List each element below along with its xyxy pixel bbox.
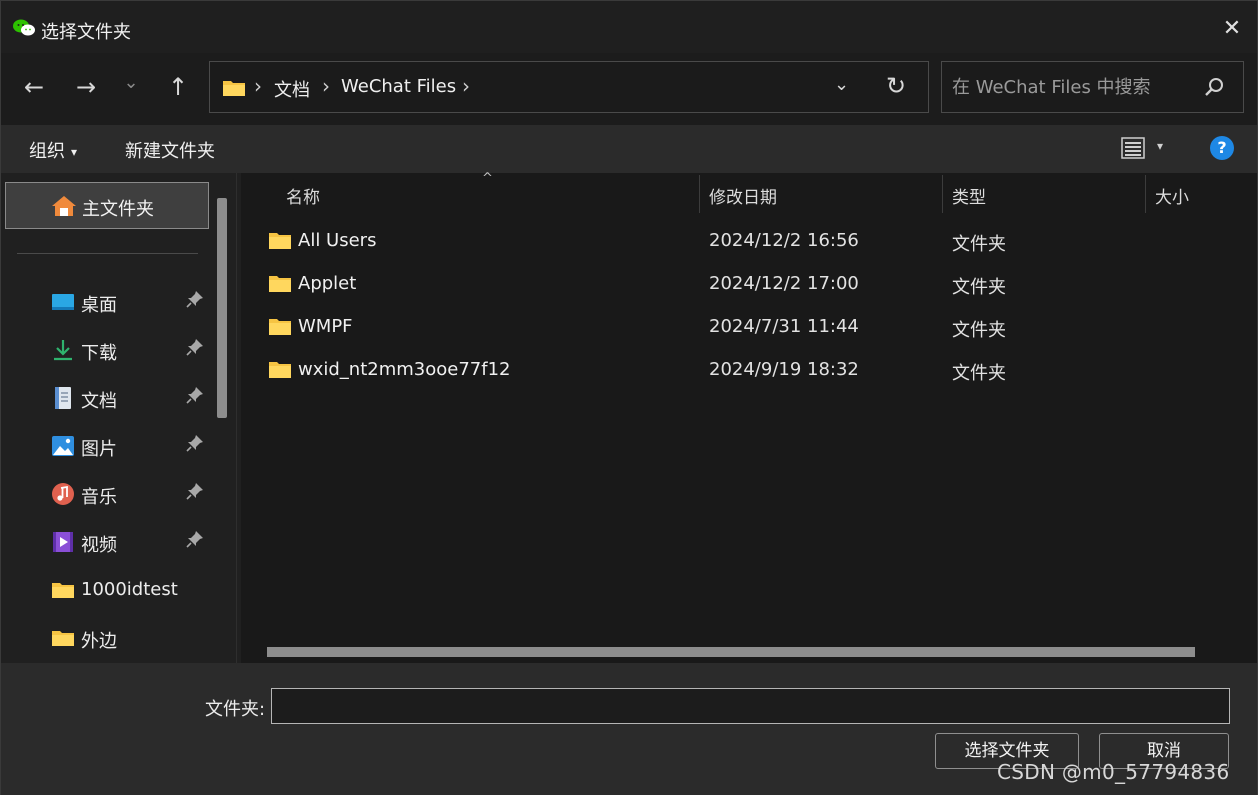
refresh-button[interactable]: ↻	[886, 72, 906, 100]
recent-locations-button[interactable]: ⌄	[116, 69, 146, 99]
new-folder-button[interactable]: 新建文件夹	[125, 137, 215, 163]
music-icon	[52, 483, 74, 505]
sidebar-item-label: 视频	[81, 535, 117, 556]
sidebar-item-pictures[interactable]: 图片	[1, 426, 211, 466]
folder-icon	[52, 583, 74, 598]
folder-picker-dialog: 选择文件夹 ✕ ← → ⌄ ↑ › 文档 › WeChat Files › ⌄ …	[0, 0, 1258, 795]
sidebar-item-downloads[interactable]: 下载	[1, 330, 211, 370]
file-name: wxid_nt2mm3ooe77f12	[298, 359, 511, 380]
sidebar-item-music[interactable]: 音乐	[1, 474, 211, 514]
file-row[interactable]: WMPF 2024/7/31 11:44 文件夹	[241, 306, 1257, 349]
sidebar-item-label: 文档	[81, 391, 117, 412]
file-name: All Users	[298, 230, 377, 251]
sidebar-item-label: 下载	[81, 343, 117, 364]
file-name: Applet	[298, 273, 357, 294]
sidebar-divider	[17, 253, 198, 254]
sidebar-scrollbar[interactable]	[217, 198, 227, 418]
help-button[interactable]: ?	[1210, 136, 1234, 160]
forward-button[interactable]: →	[71, 73, 101, 103]
sidebar-item-label: 外边	[81, 631, 117, 652]
pin-icon	[186, 386, 206, 406]
folder-icon	[269, 362, 291, 378]
pin-icon	[186, 434, 206, 454]
column-divider[interactable]	[942, 175, 943, 213]
folder-icon	[269, 276, 291, 292]
sidebar-item-waibian[interactable]: 外边	[1, 618, 211, 658]
sidebar-item-label: 音乐	[81, 487, 117, 508]
breadcrumb-separator: ›	[254, 74, 262, 98]
documents-icon	[55, 387, 71, 409]
home-icon	[52, 196, 76, 216]
breadcrumb-separator: ›	[462, 74, 470, 98]
close-button[interactable]: ✕	[1217, 15, 1247, 45]
sidebar-item-label: 桌面	[81, 295, 117, 316]
view-options-dropdown[interactable]: ▾	[1157, 139, 1163, 153]
dialog-title: 选择文件夹	[41, 22, 131, 43]
file-row[interactable]: All Users 2024/12/2 16:56 文件夹	[241, 220, 1257, 263]
organize-button[interactable]: 组织 ▾	[29, 137, 77, 163]
search-box[interactable]	[941, 61, 1244, 113]
folder-icon	[52, 631, 74, 646]
command-bar: 组织 ▾ 新建文件夹 ▾ ?	[1, 125, 1257, 173]
file-row[interactable]: wxid_nt2mm3ooe77f12 2024/9/19 18:32 文件夹	[241, 349, 1257, 392]
column-divider[interactable]	[699, 175, 700, 213]
address-bar[interactable]: › 文档 › WeChat Files › ⌄ ↻	[209, 61, 929, 113]
file-list: ^ 名称 修改日期 类型 大小 All Users 2024/12/2 16:5…	[241, 171, 1257, 663]
search-icon[interactable]	[1204, 76, 1226, 98]
file-type: 文件夹	[952, 277, 1006, 298]
pin-icon	[186, 482, 206, 502]
organize-label: 组织	[29, 141, 65, 162]
sidebar-item-documents[interactable]: 文档	[1, 378, 211, 418]
file-row[interactable]: Applet 2024/12/2 17:00 文件夹	[241, 263, 1257, 306]
file-modified: 2024/9/19 18:32	[709, 359, 859, 380]
breadcrumb-wechat-files[interactable]: WeChat Files	[341, 76, 456, 97]
pin-icon	[186, 530, 206, 550]
file-type: 文件夹	[952, 320, 1006, 341]
file-type: 文件夹	[952, 234, 1006, 255]
sidebar-item-home[interactable]: 主文件夹	[5, 182, 209, 229]
column-header-type[interactable]: 类型	[952, 183, 986, 208]
download-icon	[54, 340, 72, 361]
folder-name-input[interactable]	[271, 688, 1230, 724]
column-header-name[interactable]: 名称	[286, 183, 320, 208]
sidebar-item-desktop[interactable]: 桌面	[1, 282, 211, 322]
breadcrumb-separator: ›	[322, 74, 330, 98]
chevron-down-icon: ▾	[71, 145, 78, 159]
view-options-icon[interactable]	[1121, 136, 1145, 160]
file-modified: 2024/12/2 17:00	[709, 273, 859, 294]
wechat-icon	[13, 19, 35, 36]
file-modified: 2024/7/31 11:44	[709, 316, 859, 337]
file-type: 文件夹	[952, 363, 1006, 384]
desktop-icon	[52, 294, 74, 310]
pin-icon	[186, 338, 206, 358]
column-header-modified[interactable]: 修改日期	[709, 183, 777, 208]
watermark-text: CSDN @m0_57794836	[997, 760, 1230, 784]
file-name: WMPF	[298, 316, 353, 337]
sidebar-item-label: 图片	[81, 439, 117, 460]
search-input[interactable]	[942, 62, 1192, 112]
folder-icon	[269, 319, 291, 335]
up-button[interactable]: ↑	[163, 73, 193, 103]
navigation-pane: 主文件夹 桌面 下载 文档 图片 音乐 视频 1000idtest 外边	[1, 173, 237, 663]
pictures-icon	[52, 436, 74, 456]
sidebar-item-label: 1000idtest	[81, 579, 178, 600]
folder-icon	[223, 81, 245, 96]
folder-icon	[269, 233, 291, 249]
sidebar-item-1000idtest[interactable]: 1000idtest	[1, 570, 211, 610]
column-divider[interactable]	[1145, 175, 1146, 213]
videos-icon	[53, 532, 73, 552]
navigation-bar: ← → ⌄ ↑ › 文档 › WeChat Files › ⌄ ↻	[1, 53, 1257, 125]
horizontal-scrollbar[interactable]	[267, 647, 1195, 657]
folder-field-label: 文件夹:	[205, 699, 266, 720]
sort-ascending-icon: ^	[482, 171, 493, 186]
back-button[interactable]: ←	[19, 73, 49, 103]
pin-icon	[186, 290, 206, 310]
column-header-size[interactable]: 大小	[1155, 183, 1189, 208]
breadcrumb-documents[interactable]: 文档	[274, 76, 310, 102]
file-modified: 2024/12/2 16:56	[709, 230, 859, 251]
sidebar-item-label: 主文件夹	[82, 199, 154, 220]
title-bar: 选择文件夹 ✕	[1, 1, 1257, 53]
sidebar-item-videos[interactable]: 视频	[1, 522, 211, 562]
address-dropdown-button[interactable]: ⌄	[834, 74, 849, 95]
